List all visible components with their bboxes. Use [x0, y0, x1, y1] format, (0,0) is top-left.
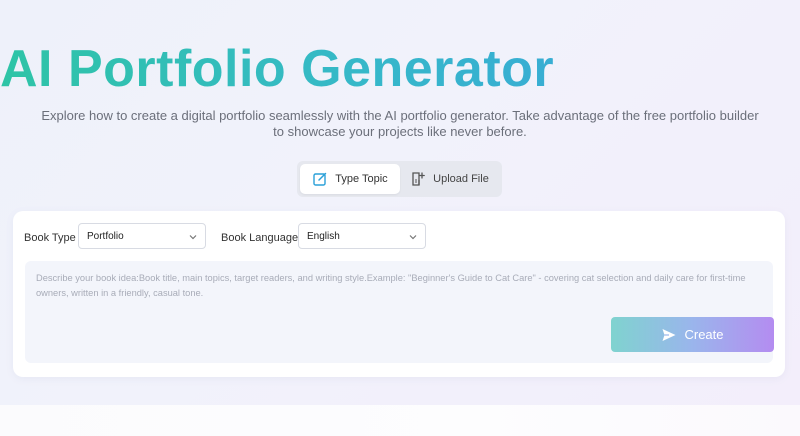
book-type-label: Book Type	[24, 232, 76, 244]
tab-type-topic[interactable]: Type Topic	[300, 164, 400, 194]
generator-form: Book Type Portfolio Book Language Englis…	[13, 211, 785, 377]
description-placeholder: Describe your book idea:Book title, main…	[36, 273, 746, 298]
book-type-select[interactable]: Portfolio	[78, 223, 206, 249]
page-footer-band	[0, 405, 800, 436]
book-language-value: English	[307, 230, 340, 242]
input-mode-tabs: Type Topic Upload File	[297, 161, 502, 197]
chevron-down-icon	[188, 232, 198, 242]
create-button[interactable]: Create	[611, 317, 774, 352]
book-type-value: Portfolio	[87, 230, 124, 242]
tab-type-topic-label: Type Topic	[335, 173, 388, 185]
description-textarea[interactable]: Describe your book idea:Book title, main…	[25, 261, 774, 363]
tab-upload-file[interactable]: Upload File	[400, 164, 499, 194]
chevron-down-icon	[408, 232, 418, 242]
send-icon	[661, 327, 677, 343]
file-upload-icon	[410, 171, 426, 187]
edit-icon	[312, 171, 328, 187]
page-subtitle: Explore how to create a digital portfoli…	[41, 108, 759, 139]
book-language-label: Book Language	[221, 232, 299, 244]
book-language-select[interactable]: English	[298, 223, 426, 249]
create-button-label: Create	[684, 327, 724, 342]
tab-upload-file-label: Upload File	[433, 173, 489, 185]
page-title: AI Portfolio Generator	[0, 38, 800, 100]
